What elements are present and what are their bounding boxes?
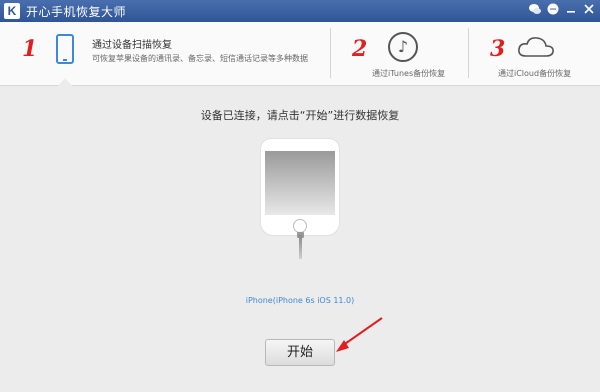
minimize-icon[interactable]: [564, 2, 578, 16]
tab-itunes-backup-recovery[interactable]: 2 ♪ 通过iTunes备份恢复: [330, 22, 468, 85]
recovery-mode-tabs: 1 通过设备扫描恢复 可恢复苹果设备的通讯录、备忘录、短信通话记录等多种数据 2…: [0, 22, 600, 86]
device-info: iPhone(iPhone 6s iOS 11.0): [245, 296, 355, 305]
step-number: 2: [352, 36, 368, 62]
usb-cable-icon: [299, 235, 302, 259]
start-button[interactable]: 开始: [265, 339, 335, 366]
step-label: 通过iCloud备份恢复: [498, 69, 572, 78]
step-title: 通过设备扫描恢复: [92, 40, 172, 51]
tab-device-scan-recovery[interactable]: 1 通过设备扫描恢复 可恢复苹果设备的通讯录、备忘录、短信通话记录等多种数据: [0, 22, 330, 86]
step-label: 通过iTunes备份恢复: [372, 69, 446, 78]
active-tab-indicator: [58, 78, 72, 86]
tab-icloud-backup-recovery[interactable]: 3 通过iCloud备份恢复: [468, 22, 600, 85]
step-number: 1: [22, 36, 38, 62]
music-note-icon: ♪: [388, 32, 418, 62]
connection-status-text: 设备已连接，请点击“开始”进行数据恢复: [200, 109, 400, 122]
wechat-icon[interactable]: [528, 2, 542, 16]
window-controls: [528, 2, 596, 16]
iphone-screen: [265, 151, 335, 215]
home-button-icon: [293, 219, 307, 233]
step-number: 3: [490, 36, 506, 62]
title-bar: K 开心手机恢复大师: [0, 0, 600, 22]
app-logo: K: [4, 3, 20, 19]
app-title: 开心手机恢复大师: [26, 4, 127, 19]
chat-icon[interactable]: [546, 2, 560, 16]
step-description: 可恢复苹果设备的通讯录、备忘录、短信通话记录等多种数据: [92, 54, 308, 63]
iphone-illustration: [261, 139, 339, 235]
cloud-icon: [518, 37, 554, 57]
phone-icon: [56, 34, 74, 64]
close-icon[interactable]: [582, 2, 596, 16]
